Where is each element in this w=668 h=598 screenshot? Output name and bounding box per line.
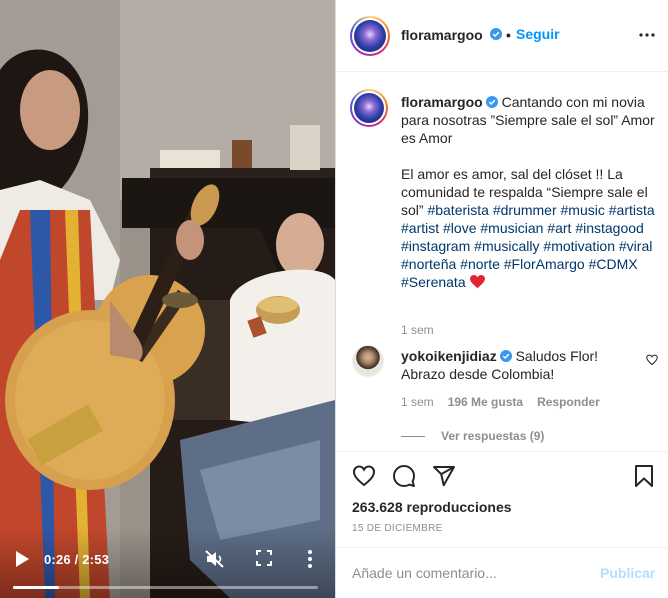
commenter-avatar[interactable] (352, 345, 384, 377)
post-date[interactable]: 15 DE DICIEMBRE (352, 523, 443, 534)
caption-avatar[interactable] (350, 89, 388, 127)
video-progress-fill (13, 586, 59, 589)
hashtag-link[interactable]: #CDMX (589, 256, 638, 272)
video-time: 0:26 / 2:53 (44, 552, 110, 567)
author-username[interactable]: floramargoo (401, 27, 483, 43)
view-replies-label: Ver respuestas (9) (441, 429, 545, 443)
more-options-icon[interactable] (639, 27, 655, 43)
follow-button[interactable]: Seguir (516, 26, 560, 42)
comment-meta: 1 sem 196 Me gusta Responder (401, 395, 614, 409)
heart-icon[interactable] (352, 464, 376, 488)
comment-input[interactable] (352, 562, 592, 584)
hashtag-link[interactable]: #music (561, 202, 605, 218)
comments-section[interactable]: floramargoo Cantando con mi novia para n… (336, 73, 668, 451)
video-player[interactable]: 0:26 / 2:53 (0, 0, 335, 598)
caption-username[interactable]: floramargoo (401, 94, 483, 110)
video-more-icon[interactable] (306, 549, 314, 569)
hashtag-link[interactable]: #norteña (401, 256, 456, 272)
bookmark-icon[interactable] (632, 464, 656, 488)
verified-badge-icon (490, 28, 502, 40)
caption-time-ago[interactable]: 1 sem (401, 323, 434, 337)
verified-badge-icon (485, 96, 498, 108)
view-replies-button[interactable]: Ver respuestas (9) (401, 429, 544, 443)
hashtag-link[interactable]: #musician (480, 220, 543, 236)
post-actions: 263.628 reproducciones 15 DE DICIEMBRE (336, 451, 668, 547)
red-heart-emoji-icon (469, 275, 485, 289)
hashtag-link[interactable]: #art (547, 220, 571, 236)
post-header: floramargoo • Seguir (336, 0, 668, 72)
hashtag-link[interactable]: #norte (460, 256, 500, 272)
add-comment-bar: Publicar (336, 547, 668, 598)
commenter-username[interactable]: yokoikenjidiaz (401, 348, 497, 364)
comment-heart-icon[interactable] (646, 354, 658, 366)
comment-likes[interactable]: 196 Me gusta (448, 395, 523, 409)
hashtag-link[interactable]: #FlorAmargo (504, 256, 585, 272)
post-side-panel: floramargoo • Seguir floramargoo Cantand… (335, 0, 668, 598)
hashtag-list: #baterista #drummer #music #artista #art… (401, 202, 655, 290)
paper-plane-icon[interactable] (432, 464, 456, 488)
hashtag-link[interactable]: #artista (609, 202, 655, 218)
hashtag-link[interactable]: #musically (474, 238, 539, 254)
video-frame (0, 0, 335, 598)
hashtag-link[interactable]: #instagram (401, 238, 470, 254)
replies-divider (401, 436, 425, 438)
fullscreen-icon[interactable] (256, 550, 272, 566)
hashtag-link[interactable]: #instagood (575, 220, 644, 236)
video-progress-bar[interactable] (13, 586, 318, 589)
hashtag-link[interactable]: #drummer (493, 202, 557, 218)
verified-badge-icon (499, 350, 512, 362)
caption-body: floramargoo Cantando con mi novia para n… (401, 93, 663, 291)
speaker-muted-icon[interactable] (205, 549, 225, 569)
hashtag-link[interactable]: #motivation (543, 238, 615, 254)
view-count[interactable]: 263.628 reproducciones (352, 499, 512, 515)
comment-icon[interactable] (392, 464, 416, 488)
hashtag-link[interactable]: #viral (619, 238, 652, 254)
reply-button[interactable]: Responder (537, 395, 600, 409)
video-controls: 0:26 / 2:53 (0, 528, 335, 598)
publish-button[interactable]: Publicar (600, 565, 655, 581)
play-icon[interactable] (14, 550, 30, 568)
hashtag-link[interactable]: #love (443, 220, 476, 236)
comment-time-ago: 1 sem (401, 395, 434, 409)
header-separator: • (506, 27, 511, 43)
author-avatar[interactable] (350, 16, 390, 56)
hashtag-link[interactable]: #artist (401, 220, 439, 236)
hashtag-link[interactable]: #Serenata (401, 274, 466, 290)
hashtag-link[interactable]: #baterista (427, 202, 488, 218)
comment-body: yokoikenjidiaz Saludos Flor! Abrazo desd… (401, 347, 641, 383)
